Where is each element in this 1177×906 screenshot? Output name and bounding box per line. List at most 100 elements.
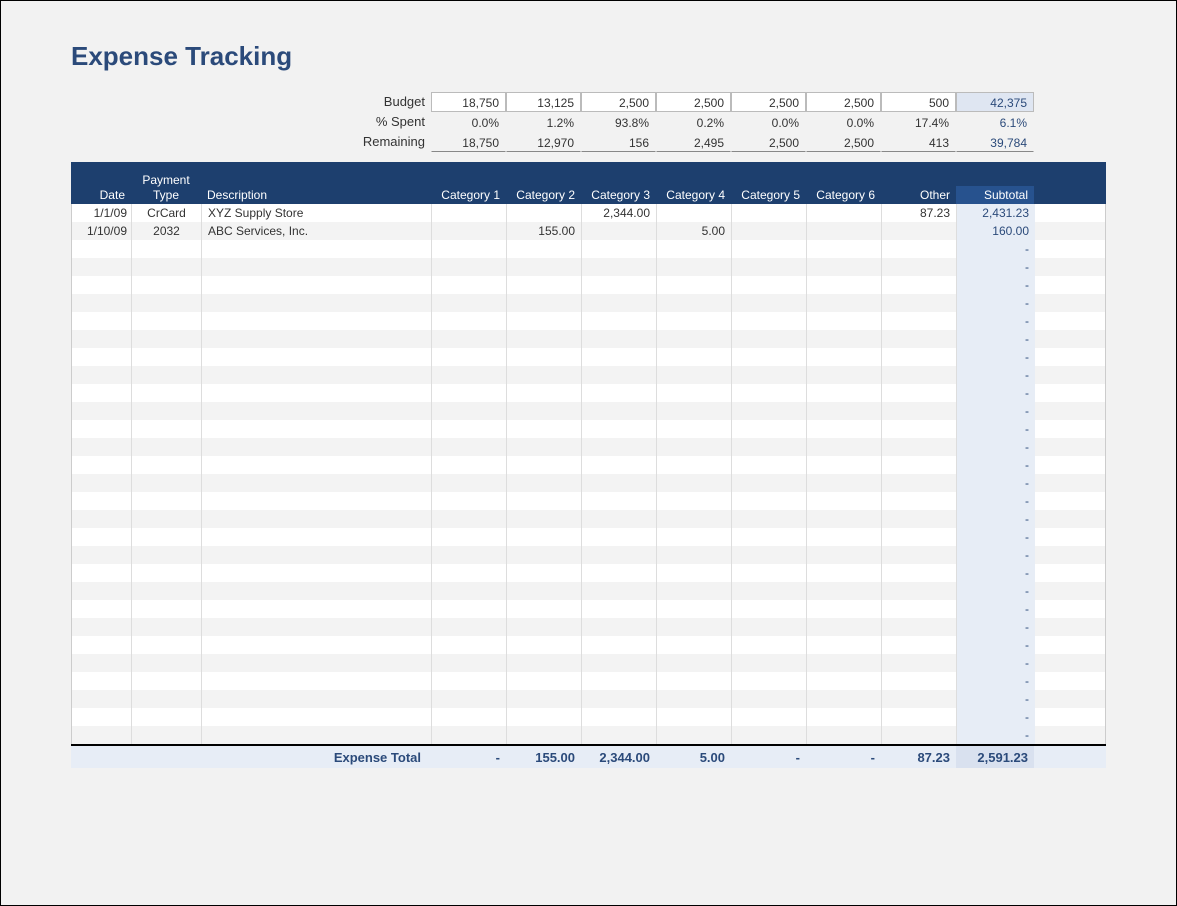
- cell-payment[interactable]: [132, 618, 202, 636]
- cell-cat5[interactable]: [732, 222, 807, 240]
- table-row[interactable]: [72, 384, 1105, 402]
- cell-payment[interactable]: [132, 726, 202, 744]
- cell-cat2[interactable]: [507, 726, 582, 744]
- cell-cat2[interactable]: [507, 528, 582, 546]
- cell-cat1[interactable]: [432, 438, 507, 456]
- cell-payment[interactable]: [132, 438, 202, 456]
- cell-cat2[interactable]: [507, 456, 582, 474]
- cell-cat3[interactable]: [582, 654, 657, 672]
- cell-cat2[interactable]: [507, 276, 582, 294]
- header-cat6[interactable]: Category 6: [806, 186, 881, 204]
- cell-subtotal[interactable]: [957, 402, 1035, 420]
- cell-other[interactable]: [882, 456, 957, 474]
- table-row[interactable]: [72, 636, 1105, 654]
- cell-other[interactable]: [882, 294, 957, 312]
- table-row[interactable]: 1/10/092032ABC Services, Inc.155.005.001…: [72, 222, 1105, 240]
- cell-cat1[interactable]: [432, 672, 507, 690]
- table-row[interactable]: [72, 600, 1105, 618]
- table-row[interactable]: [72, 294, 1105, 312]
- cell-payment[interactable]: [132, 636, 202, 654]
- cell-cat2[interactable]: [507, 240, 582, 258]
- cell-subtotal[interactable]: [957, 420, 1035, 438]
- cell-cat6[interactable]: [807, 528, 882, 546]
- cell-date[interactable]: [72, 618, 132, 636]
- cell-date[interactable]: [72, 330, 132, 348]
- cell-cat3[interactable]: [582, 726, 657, 744]
- cell-cat1[interactable]: [432, 474, 507, 492]
- cell-subtotal[interactable]: [957, 654, 1035, 672]
- cell-subtotal[interactable]: [957, 510, 1035, 528]
- cell-cat5[interactable]: [732, 312, 807, 330]
- table-row[interactable]: [72, 474, 1105, 492]
- cell-payment[interactable]: [132, 654, 202, 672]
- cell-cat6[interactable]: [807, 564, 882, 582]
- cell-cat5[interactable]: [732, 420, 807, 438]
- cell-subtotal[interactable]: [957, 600, 1035, 618]
- cell-cat1[interactable]: [432, 222, 507, 240]
- table-row[interactable]: [72, 492, 1105, 510]
- cell-date[interactable]: [72, 438, 132, 456]
- cell-cat6[interactable]: [807, 240, 882, 258]
- table-row[interactable]: [72, 456, 1105, 474]
- cell-cat2[interactable]: [507, 690, 582, 708]
- cell-cat1[interactable]: [432, 618, 507, 636]
- cell-other[interactable]: [882, 258, 957, 276]
- header-cat3[interactable]: Category 3: [581, 186, 656, 204]
- cell-cat1[interactable]: [432, 528, 507, 546]
- cell-subtotal[interactable]: [957, 672, 1035, 690]
- cell-payment[interactable]: [132, 456, 202, 474]
- cell-cat3[interactable]: [582, 366, 657, 384]
- cell-cat5[interactable]: [732, 438, 807, 456]
- cell-description[interactable]: [202, 474, 432, 492]
- cell-other[interactable]: [882, 654, 957, 672]
- cell-description[interactable]: [202, 510, 432, 528]
- cell-subtotal[interactable]: [957, 636, 1035, 654]
- cell-description[interactable]: [202, 402, 432, 420]
- cell-cat6[interactable]: [807, 510, 882, 528]
- cell-payment[interactable]: [132, 474, 202, 492]
- cell-subtotal[interactable]: [957, 474, 1035, 492]
- cell-description[interactable]: [202, 564, 432, 582]
- cell-date[interactable]: [72, 474, 132, 492]
- cell-subtotal[interactable]: [957, 528, 1035, 546]
- cell-cat5[interactable]: [732, 258, 807, 276]
- cell-payment[interactable]: [132, 708, 202, 726]
- cell-cat2[interactable]: [507, 402, 582, 420]
- cell-other[interactable]: [882, 240, 957, 258]
- cell-date[interactable]: [72, 510, 132, 528]
- cell-other[interactable]: [882, 546, 957, 564]
- table-row[interactable]: [72, 510, 1105, 528]
- table-row[interactable]: [72, 546, 1105, 564]
- table-row[interactable]: [72, 654, 1105, 672]
- cell-cat4[interactable]: [657, 312, 732, 330]
- cell-subtotal[interactable]: [957, 708, 1035, 726]
- cell-cat4[interactable]: [657, 654, 732, 672]
- cell-other[interactable]: [882, 636, 957, 654]
- cell-date[interactable]: [72, 402, 132, 420]
- cell-cat3[interactable]: [582, 258, 657, 276]
- cell-subtotal[interactable]: [957, 546, 1035, 564]
- cell-cat4[interactable]: [657, 204, 732, 222]
- cell-cat4[interactable]: [657, 492, 732, 510]
- cell-description[interactable]: [202, 636, 432, 654]
- cell-payment[interactable]: [132, 582, 202, 600]
- cell-subtotal[interactable]: [957, 312, 1035, 330]
- cell-payment[interactable]: [132, 366, 202, 384]
- cell-payment[interactable]: 2032: [132, 222, 202, 240]
- cell-description[interactable]: [202, 600, 432, 618]
- cell-subtotal[interactable]: [957, 276, 1035, 294]
- cell-cat5[interactable]: [732, 654, 807, 672]
- table-row[interactable]: [72, 672, 1105, 690]
- cell-cat3[interactable]: [582, 618, 657, 636]
- header-cat4[interactable]: Category 4: [656, 186, 731, 204]
- cell-cat4[interactable]: [657, 672, 732, 690]
- cell-cat5[interactable]: [732, 276, 807, 294]
- cell-cat2[interactable]: [507, 708, 582, 726]
- cell-description[interactable]: [202, 240, 432, 258]
- cell-cat5[interactable]: [732, 294, 807, 312]
- cell-payment[interactable]: CrCard: [132, 204, 202, 222]
- cell-cat1[interactable]: [432, 726, 507, 744]
- cell-other[interactable]: [882, 690, 957, 708]
- table-row[interactable]: [72, 366, 1105, 384]
- table-row[interactable]: [72, 708, 1105, 726]
